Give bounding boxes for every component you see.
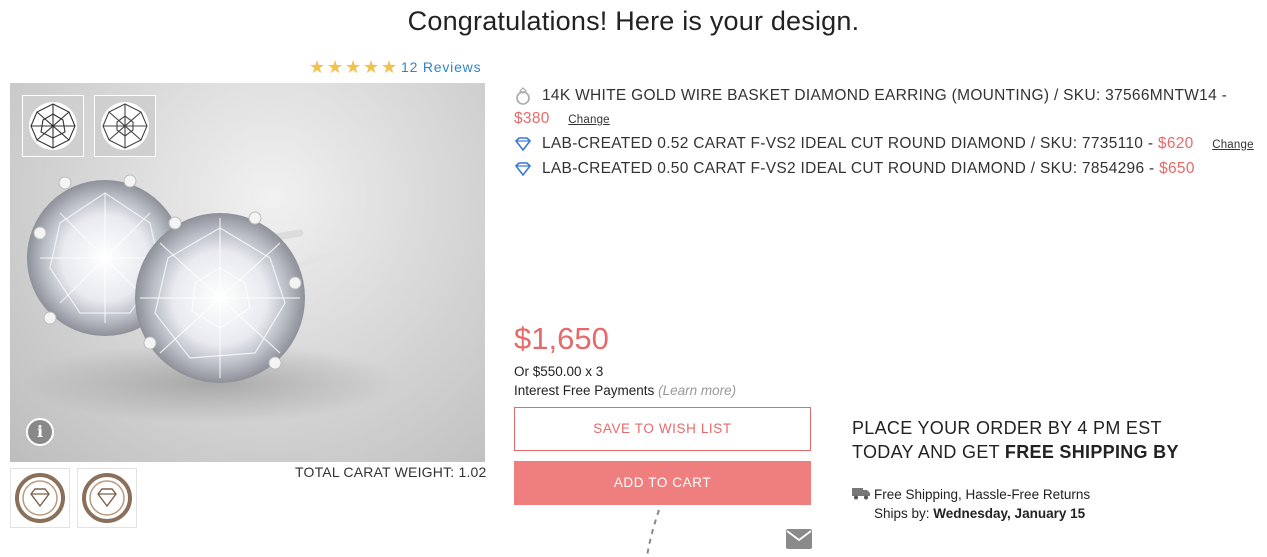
order-line-1: PLACE YOUR ORDER BY 4 PM EST — [852, 418, 1162, 438]
star-icon: ★ — [381, 57, 398, 77]
star-icon: ★ — [345, 57, 362, 77]
installment-text: Or $550.00 x 3 — [514, 364, 604, 379]
change-setting-link[interactable]: Change — [568, 114, 609, 126]
learn-more-link[interactable]: (Learn more) — [658, 383, 736, 398]
item-diamond-1-price: $620 — [1157, 135, 1194, 152]
total-carat-weight: TOTAL CARAT WEIGHT: 1.02 — [295, 464, 487, 480]
item-setting-price: $380 — [514, 110, 550, 127]
star-rating: ★ ★ ★ ★ ★ — [309, 58, 399, 76]
product-image[interactable]: i — [10, 83, 485, 462]
item-diamond-2-text: LAB-CREATED 0.50 CARAT F-VS2 IDEAL CUT R… — [542, 160, 1155, 177]
item-diamond-2-price: $650 — [1159, 160, 1195, 177]
free-shipping-by: FREE SHIPPING BY — [1004, 442, 1179, 462]
diamond-icon — [514, 162, 532, 177]
thumbnail-diamond-2[interactable] — [94, 95, 156, 157]
total-price: $1,650 — [514, 321, 609, 356]
certificate-seal-icon — [15, 473, 65, 523]
truck-icon — [852, 488, 870, 500]
design-items: 14K WHITE GOLD WIRE BASKET DIAMOND EARRI… — [514, 84, 1259, 180]
ships-by-label: Ships by: — [874, 506, 934, 521]
mail-icon[interactable] — [785, 528, 813, 550]
free-shipping-text: Free Shipping, Hassle-Free Returns — [874, 487, 1091, 502]
item-setting: 14K WHITE GOLD WIRE BASKET DIAMOND EARRI… — [514, 84, 1259, 132]
order-cutoff-message: PLACE YOUR ORDER BY 4 PM EST TODAY AND G… — [852, 416, 1179, 464]
item-diamond-1: LAB-CREATED 0.52 CARAT F-VS2 IDEAL CUT R… — [514, 132, 1259, 157]
change-diamond-link[interactable]: Change — [1212, 139, 1253, 151]
page-heading: Congratulations! Here is your design. — [407, 6, 860, 36]
save-to-wishlist-button[interactable]: SAVE TO WISH LIST — [514, 407, 811, 451]
interest-free-text: Interest Free Payments — [514, 383, 655, 398]
dashed-connector-decoration — [646, 509, 660, 557]
ring-icon — [516, 87, 530, 105]
order-line-2: TODAY AND GET — [852, 442, 1005, 462]
reviews-link[interactable]: 12 Reviews — [401, 59, 481, 75]
star-icon: ★ — [309, 57, 326, 77]
certificate-thumbnail-2[interactable] — [77, 468, 137, 528]
item-diamond-1-text: LAB-CREATED 0.52 CARAT F-VS2 IDEAL CUT R… — [542, 135, 1154, 152]
thumbnail-diamond-1[interactable] — [22, 95, 84, 157]
add-to-cart-button[interactable]: ADD TO CART — [514, 461, 811, 505]
ships-by-date: Wednesday, January 15 — [933, 506, 1086, 521]
item-setting-text: 14K WHITE GOLD WIRE BASKET DIAMOND EARRI… — [542, 87, 1228, 104]
shipping-info: Free Shipping, Hassle-Free Returns Ships… — [852, 485, 1090, 523]
star-icon: ★ — [327, 57, 344, 77]
info-icon[interactable]: i — [26, 418, 54, 446]
diamond-thumbnail-icon — [95, 96, 155, 156]
diamond-thumbnail-icon — [23, 96, 83, 156]
financing-info: Or $550.00 x 3 Interest Free Payments (L… — [514, 362, 736, 400]
certificate-seal-icon — [82, 473, 132, 523]
diamond-icon — [514, 137, 532, 152]
certificate-thumbnail-1[interactable] — [10, 468, 70, 528]
star-icon: ★ — [363, 57, 380, 77]
item-diamond-2: LAB-CREATED 0.50 CARAT F-VS2 IDEAL CUT R… — [514, 157, 1259, 180]
rating[interactable]: ★ ★ ★ ★ ★ 12 Reviews — [309, 58, 481, 76]
